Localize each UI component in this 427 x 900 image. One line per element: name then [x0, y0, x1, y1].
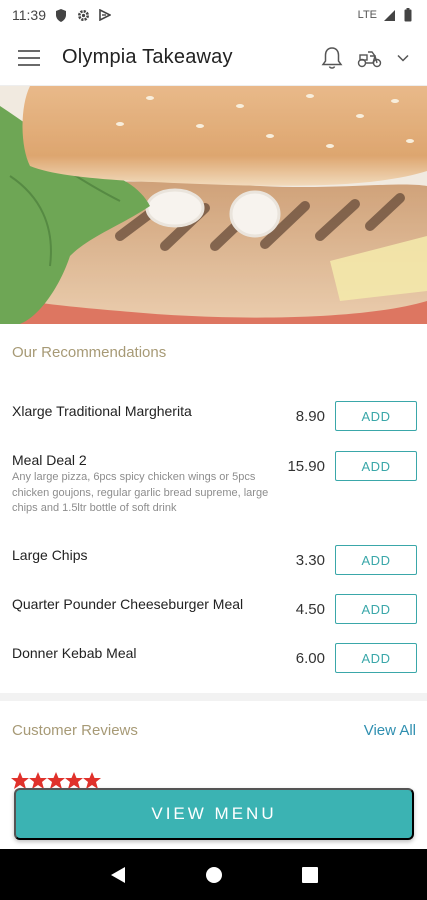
item-name: Xlarge Traditional Margherita — [12, 403, 192, 419]
item-name: Quarter Pounder Cheeseburger Meal — [12, 596, 244, 612]
recommendations-title: Our Recommendations — [12, 344, 167, 361]
status-time: 11:39 — [12, 7, 46, 23]
item-name: Large Chips — [12, 547, 88, 563]
network-label: LTE — [357, 9, 377, 21]
item-price: 15.90 — [287, 458, 325, 475]
review-preview — [0, 770, 427, 790]
shield-icon — [54, 8, 68, 22]
add-button[interactable]: ADD — [335, 594, 417, 624]
back-icon[interactable] — [110, 866, 126, 884]
add-button[interactable]: ADD — [335, 451, 417, 481]
bell-icon[interactable] — [321, 46, 343, 70]
home-icon[interactable] — [205, 866, 223, 884]
play-protect-icon — [98, 8, 112, 22]
view-menu-button[interactable]: VIEW MENU — [14, 788, 414, 840]
app-title: Olympia Takeaway — [62, 46, 233, 68]
system-nav-bar — [0, 849, 427, 900]
item-name: Meal Deal 2 — [12, 452, 87, 468]
app-bar: Olympia Takeaway — [0, 30, 427, 86]
item-name: Donner Kebab Meal — [12, 645, 137, 661]
item-price: 6.00 — [295, 650, 325, 667]
menu-icon[interactable] — [18, 49, 40, 66]
chevron-down-icon[interactable] — [397, 54, 409, 62]
item-price: 8.90 — [295, 408, 325, 425]
item-price: 4.50 — [295, 601, 325, 618]
hero-image — [0, 86, 427, 324]
battery-icon — [401, 8, 415, 22]
delivery-scooter-icon[interactable] — [357, 48, 383, 68]
section-divider — [0, 693, 427, 701]
reviews-title: Customer Reviews — [12, 722, 138, 739]
add-button[interactable]: ADD — [335, 545, 417, 575]
recents-icon[interactable] — [301, 866, 318, 883]
item-price: 3.30 — [295, 552, 325, 569]
add-button[interactable]: ADD — [335, 401, 417, 431]
add-button[interactable]: ADD — [335, 643, 417, 673]
status-bar: 11:39 LTE — [0, 0, 427, 30]
signal-icon — [382, 8, 396, 22]
view-all-link[interactable]: View All — [364, 722, 416, 739]
item-description: Any large pizza, 6pcs spicy chicken wing… — [12, 471, 269, 514]
gear-icon — [76, 8, 90, 22]
star-rating-icon — [11, 772, 101, 789]
burger-illustration — [0, 86, 427, 324]
